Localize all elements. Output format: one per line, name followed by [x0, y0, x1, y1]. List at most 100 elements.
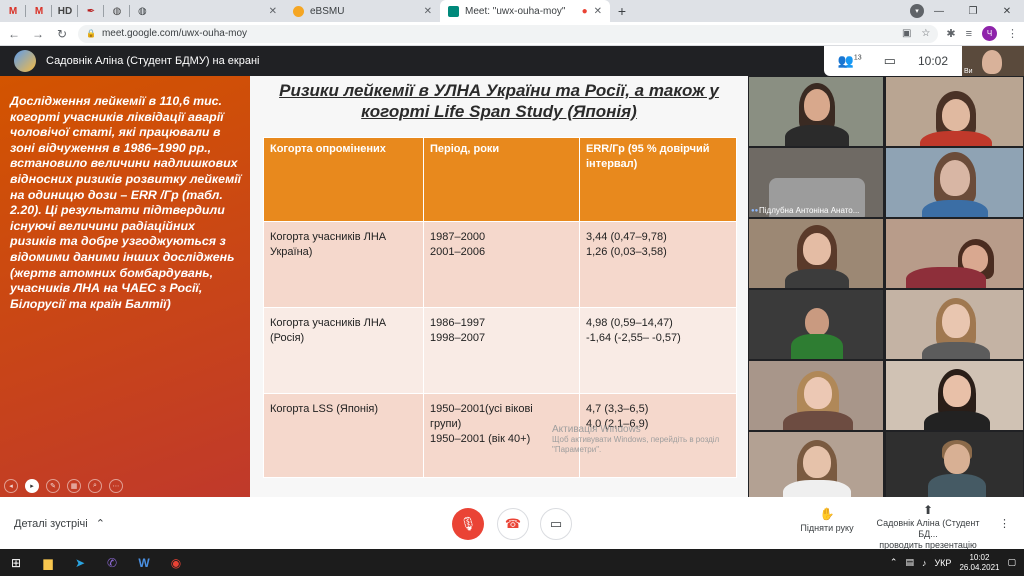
participant-name: Підлубна Антоніна Анато...	[759, 206, 860, 215]
participant-count: 13	[853, 54, 862, 62]
maximize-icon[interactable]: ❐	[956, 0, 990, 22]
participant-tile[interactable]: Підлубна Антоніна Анато... ●●	[749, 148, 883, 217]
pointer-icon[interactable]: ▸	[25, 479, 39, 493]
word-icon[interactable]: W	[128, 549, 160, 576]
participant-tile[interactable]	[749, 219, 883, 288]
meeting-time: 10:02	[917, 54, 948, 68]
gmail-tab[interactable]: M	[0, 0, 26, 22]
presentation-title: Садовнік Аліна (Студент БДМУ) на екрані	[46, 55, 260, 67]
table-cell: 4,98 (0,59–14,47) -1,64 (-2,55– -0,57)	[579, 307, 737, 394]
mic-off-icon: 🎙	[459, 516, 477, 531]
reload-icon[interactable]: ↻	[54, 27, 70, 41]
self-label: Ви	[964, 68, 973, 75]
participant-tile[interactable]	[749, 432, 883, 497]
web-tab[interactable]: ◍	[104, 0, 130, 22]
menu-icon[interactable]: ⋮	[1007, 27, 1018, 40]
system-tray: ⌃ ▤ ♪ УКР 10:02 26.04.2021 ▢	[890, 549, 1024, 576]
keyboard-language[interactable]: УКР	[934, 558, 951, 568]
participants-button[interactable]: 👥13	[838, 53, 862, 69]
participant-tile[interactable]	[749, 77, 883, 146]
ebsmu-icon	[293, 5, 304, 17]
table-cell: 1987–2000 2001–2006	[423, 221, 580, 308]
more-icon[interactable]: ⋯	[109, 479, 123, 493]
pen-icon[interactable]: ✎	[46, 479, 60, 493]
volume-icon[interactable]: ♪	[922, 558, 927, 568]
feather-icon: ✒	[86, 5, 96, 17]
chat-button[interactable]: ▭	[884, 53, 896, 69]
windows-activation-watermark: Активація Windows Щоб активувати Windows…	[552, 424, 720, 455]
column-header: Когорта опромінених	[263, 137, 424, 222]
column-header: ERR/Гр (95 % довірчий інтервал)	[579, 137, 737, 222]
presenting-indicator[interactable]: ⬆ Садовнік Аліна (Студент БД... проводит…	[866, 504, 990, 551]
participant-tile[interactable]	[886, 361, 1023, 430]
new-tab-button[interactable]: +	[610, 0, 634, 22]
slide-body-text: Дослідження лейкемії в 110,6 тис. когорт…	[10, 94, 242, 311]
feather-tab[interactable]: ✒	[78, 0, 104, 22]
gmail-icon: M	[8, 5, 18, 17]
chrome-icon[interactable]: ◉	[160, 549, 192, 576]
back-icon[interactable]: ←	[6, 27, 22, 41]
prev-slide-icon[interactable]: ◂	[4, 479, 18, 493]
meeting-details-button[interactable]: Деталі зустрічі ⌃	[14, 517, 105, 531]
gmail-tab-2[interactable]: M	[26, 0, 52, 22]
system-clock[interactable]: 10:02 26.04.2021	[959, 553, 999, 573]
tray-chevron-icon[interactable]: ⌃	[890, 557, 898, 568]
table-cell: Когорта учасників ЛНА Україна)	[263, 221, 424, 308]
extensions: ✱ ≡ Ч ⋮	[946, 26, 1018, 41]
gmail-icon: M	[34, 5, 44, 17]
hand-icon: ✋	[819, 507, 835, 521]
meet-icon	[448, 5, 459, 17]
windows-taskbar: ⊞ ▆ ➤ ✆ W ◉ ⌃ ▤ ♪ УКР 10:02 26.04.2021 ▢	[0, 549, 1024, 576]
hd-tab[interactable]: HD	[52, 0, 78, 22]
participant-tile[interactable]	[886, 148, 1023, 217]
participant-tile[interactable]	[886, 77, 1023, 146]
start-icon[interactable]: ⊞	[0, 549, 32, 576]
participant-tile[interactable]	[749, 290, 883, 359]
more-options-icon[interactable]: ⋮	[999, 517, 1010, 530]
self-view[interactable]: Ви	[962, 46, 1024, 76]
tab-ebsmu[interactable]: eBSMU ✕	[285, 0, 440, 22]
file-explorer-icon[interactable]: ▆	[32, 549, 64, 576]
close-icon[interactable]: ✕	[269, 6, 277, 17]
participant-tile[interactable]	[749, 361, 883, 430]
phone-hangup-icon: ☎	[504, 516, 522, 531]
close-icon[interactable]: ✕	[424, 6, 432, 17]
address-bar[interactable]: 🔒 meet.google.com/uwx-ouha-moy ▣ ☆	[78, 24, 939, 43]
notifications-icon[interactable]: ▢	[1007, 557, 1016, 568]
globe-icon: ◍	[138, 5, 147, 17]
screen: M M HD ✒ ◍ ◍ ✕ eBSMU ✕ Meet: "uwx-ouha-m…	[0, 0, 1024, 576]
table-row: Когорта учасників ЛНА Україна) 1987–2000…	[263, 221, 737, 308]
extensions-icon[interactable]: ✱	[946, 27, 955, 40]
network-icon[interactable]: ▤	[905, 557, 914, 568]
tab-meet[interactable]: Meet: "uwx-ouha-moy" ● ✕	[440, 0, 610, 22]
star-icon[interactable]: ☆	[921, 28, 930, 39]
participant-grid: Підлубна Антоніна Анато... ●●	[748, 76, 1024, 497]
camera-button[interactable]: ▭	[540, 508, 572, 540]
viber-icon[interactable]: ✆	[96, 549, 128, 576]
participant-tile[interactable]	[886, 219, 1023, 288]
browser-toolbar: ← → ↻ 🔒 meet.google.com/uwx-ouha-moy ▣ ☆…	[0, 22, 1024, 46]
participant-tile[interactable]	[886, 432, 1023, 497]
camera-indicator-icon[interactable]: ▣	[902, 28, 911, 39]
minimize-icon[interactable]: —	[922, 0, 956, 22]
globe-icon: ◍	[112, 5, 122, 17]
reading-list-icon[interactable]: ≡	[966, 28, 972, 40]
slides-icon[interactable]: ▦	[67, 479, 81, 493]
forward-icon[interactable]: →	[30, 27, 46, 41]
mic-off-button[interactable]: 🎙	[452, 508, 484, 540]
close-icon[interactable]: ✕	[594, 6, 602, 17]
end-call-button[interactable]: ☎	[497, 508, 529, 540]
zoom-icon[interactable]: ⌕	[88, 479, 102, 493]
tab-blank[interactable]: ◍ ✕	[130, 0, 285, 22]
close-window-icon[interactable]: ✕	[990, 0, 1024, 22]
raise-hand-button[interactable]: ✋ Підняти руку	[796, 507, 858, 533]
camera-icon: ▭	[549, 516, 563, 531]
window-controls: — ❐ ✕	[922, 0, 1024, 22]
telegram-icon[interactable]: ➤	[64, 549, 96, 576]
table-header: Когорта опромінених Період, роки ERR/Гр …	[263, 137, 737, 222]
presenter-avatar	[14, 50, 36, 72]
participant-tile[interactable]	[886, 290, 1023, 359]
recording-icon: ●	[581, 5, 588, 17]
table-cell: Когорта LSS (Японія)	[263, 393, 424, 478]
profile-avatar[interactable]: Ч	[982, 26, 997, 41]
